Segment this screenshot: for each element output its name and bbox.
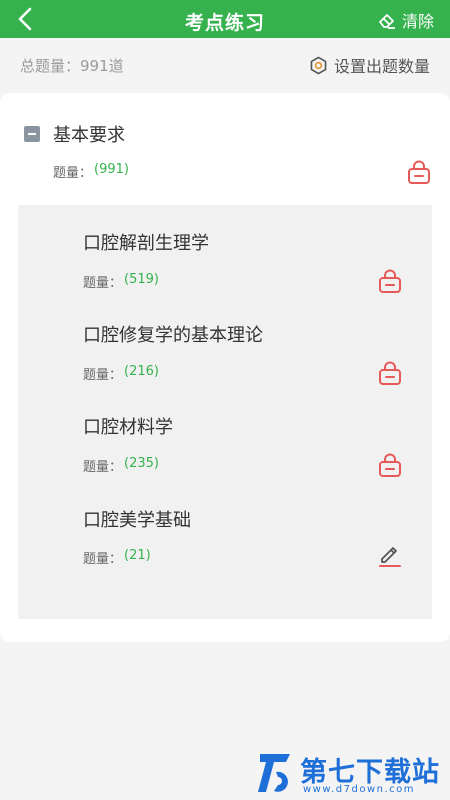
subcategory-list: 口腔解剖生理学 题量： (519) 口腔修复学的基本理论 题量： (216) 口… <box>18 205 432 619</box>
subcategory-count: 题量： (21) <box>83 548 151 567</box>
eraser-icon <box>379 14 395 29</box>
subcategory-count: 题量： (519) <box>83 272 159 291</box>
total-question-count: 总题量：991道 <box>20 57 124 75</box>
clear-label: 清除 <box>401 12 434 31</box>
subcategory-title[interactable]: 口腔美学基础 <box>83 506 191 532</box>
gear-icon <box>310 56 327 74</box>
settings-question-count-button[interactable]: 设置出题数量 <box>309 53 430 77</box>
category-title: 基本要求 <box>53 125 125 146</box>
category-header[interactable]: 基本要求 <box>24 121 125 147</box>
subcategory-title[interactable]: 口腔解剖生理学 <box>83 229 209 255</box>
lock-icon[interactable] <box>377 360 403 386</box>
top-bar: 考点练习 清除 <box>0 0 450 38</box>
watermark-logo: 第七下载站 www.d7down.com <box>256 748 448 798</box>
lock-icon[interactable] <box>377 268 403 294</box>
watermark-url: www.d7down.com <box>303 784 416 795</box>
settings-label: 设置出题数量 <box>333 57 430 76</box>
subcategory-count: 题量： (216) <box>83 364 159 383</box>
summary-row: 总题量：991道 设置出题数量 <box>0 38 450 92</box>
lock-icon[interactable] <box>377 452 403 478</box>
collapse-icon[interactable] <box>24 126 40 142</box>
category-card: 基本要求 题量： (991) 口腔解剖生理学 题量： (519) 口腔修复学的基… <box>0 93 450 642</box>
clear-button[interactable]: 清除 <box>378 8 434 32</box>
subcategory-title[interactable]: 口腔材料学 <box>83 413 173 439</box>
category-count: 题量： (991) <box>53 162 129 181</box>
pencil-icon[interactable] <box>377 541 403 567</box>
subcategory-count: 题量： (235) <box>83 456 159 475</box>
lock-icon[interactable] <box>406 159 432 185</box>
subcategory-title[interactable]: 口腔修复学的基本理论 <box>83 321 263 347</box>
logo-mark-icon <box>258 754 290 792</box>
